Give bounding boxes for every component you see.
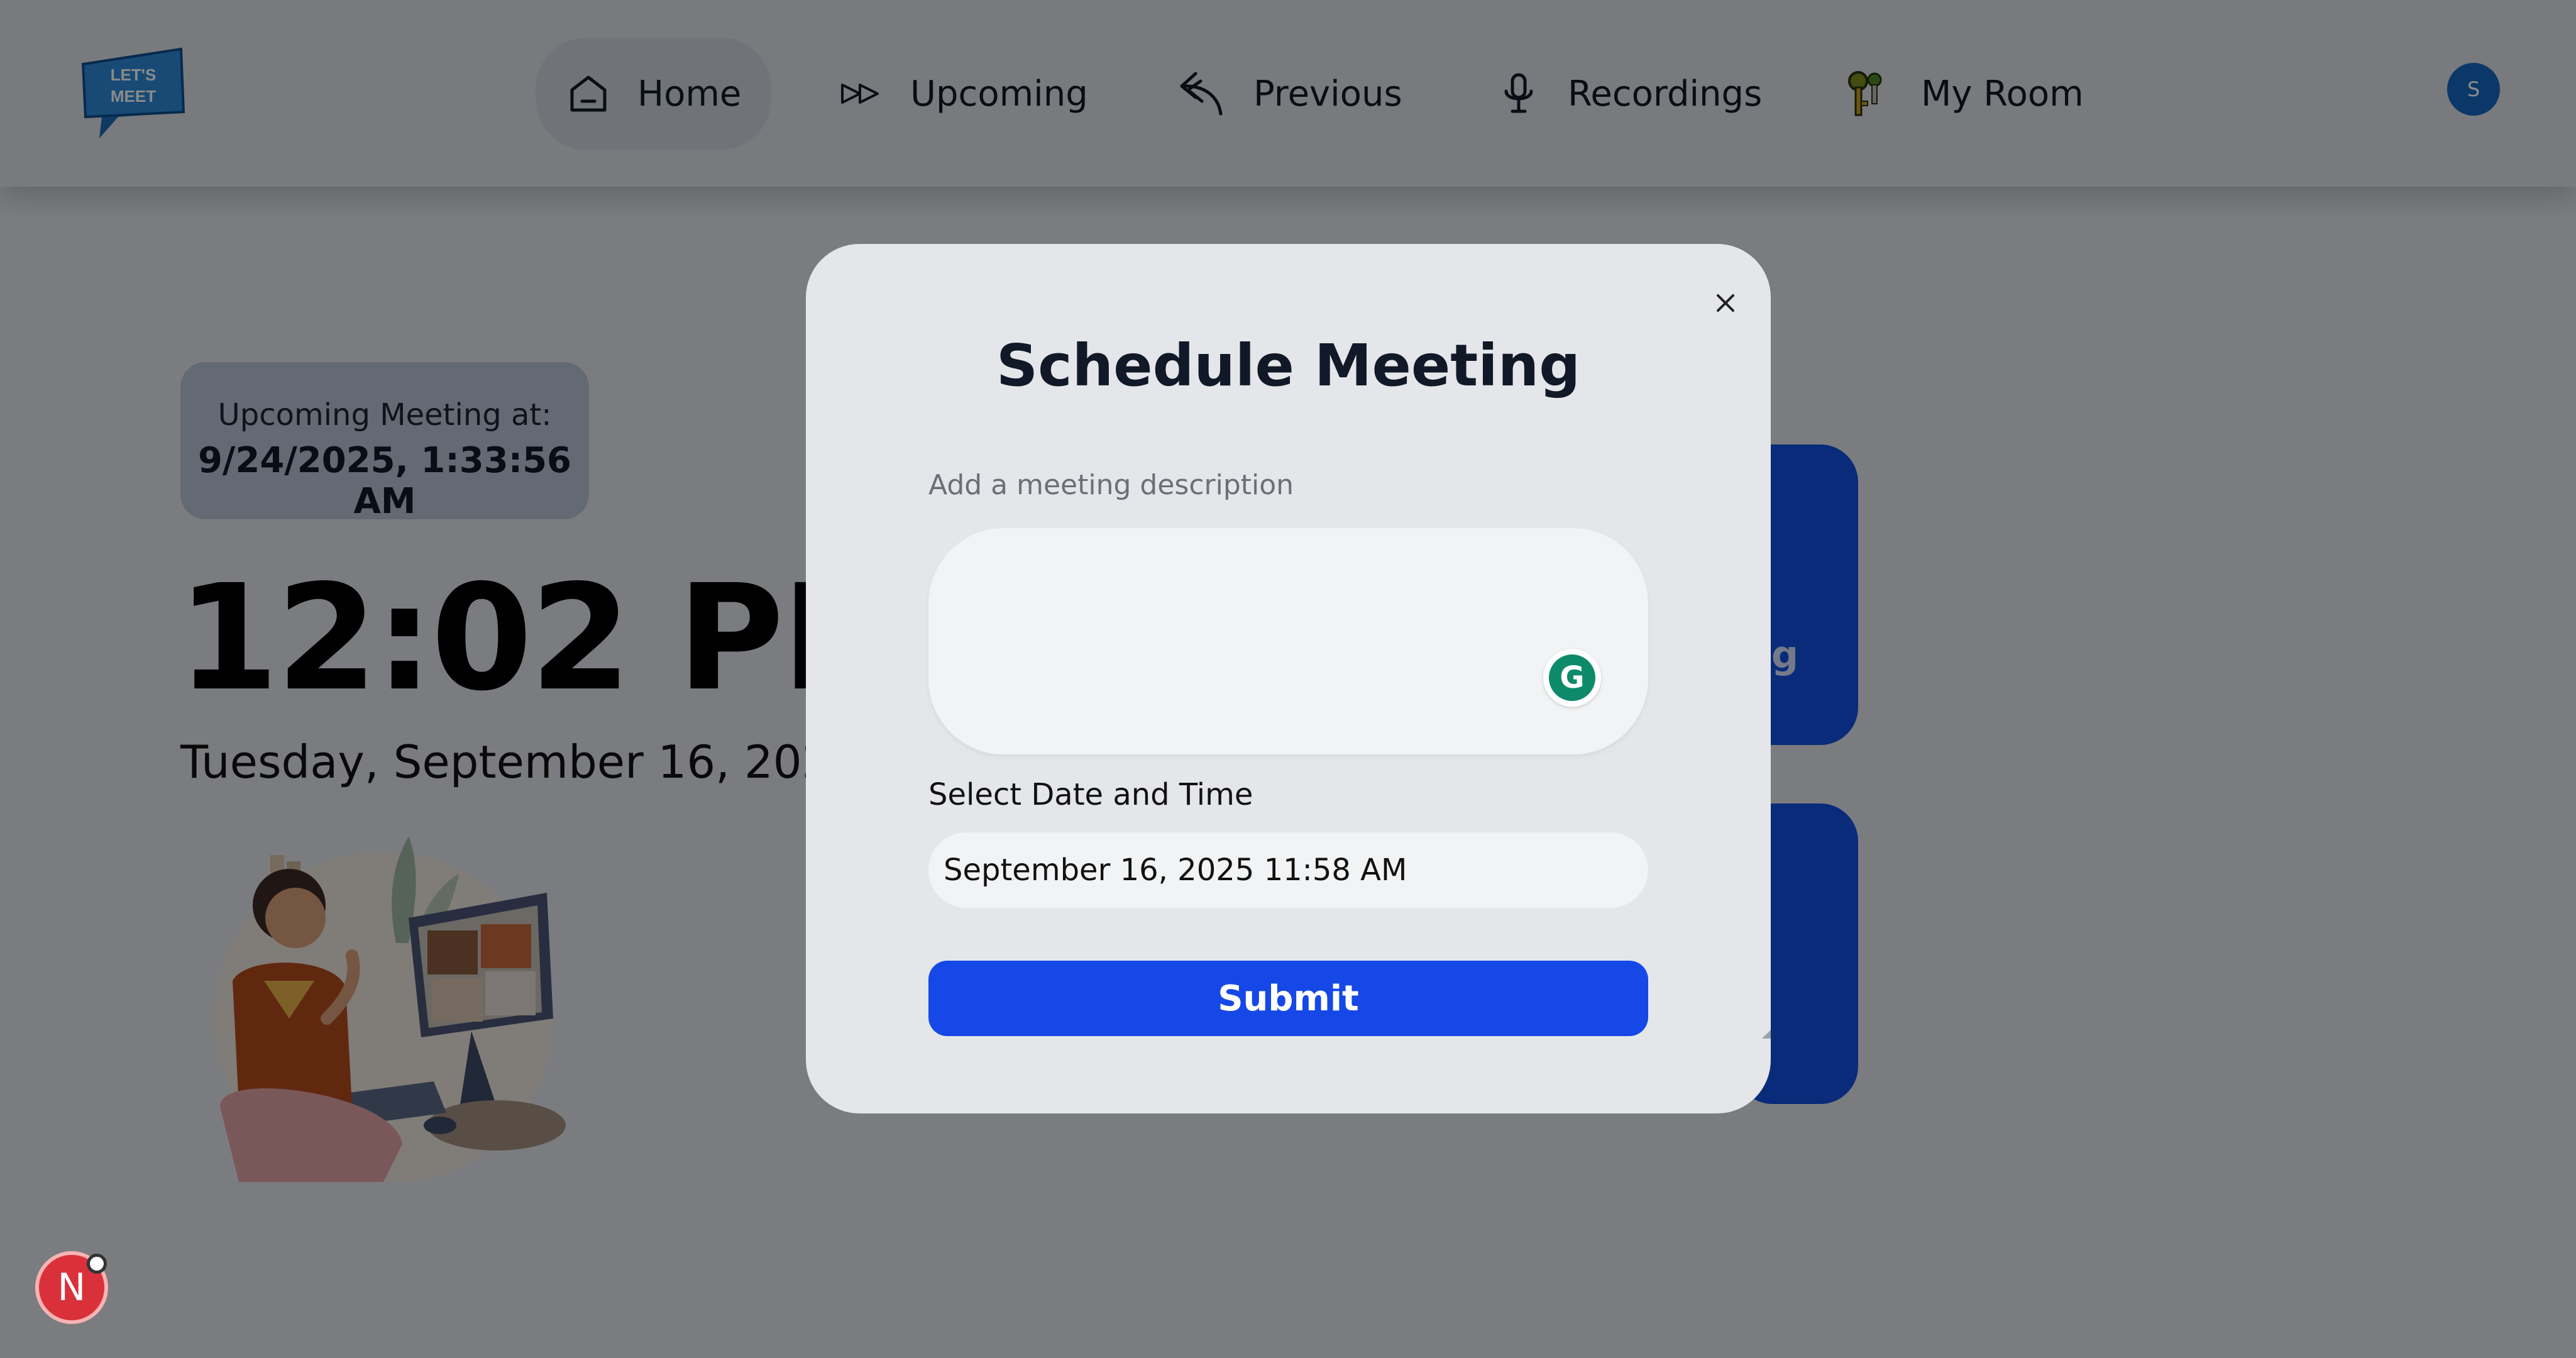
grammarly-icon: G [1549, 654, 1595, 701]
date-time-label: Select Date and Time [928, 777, 1253, 812]
schedule-meeting-dialog: Schedule Meeting Add a meeting descripti… [806, 244, 1771, 1113]
description-label: Add a meeting description [928, 469, 1294, 501]
date-time-value: September 16, 2025 11:58 AM [944, 853, 1407, 888]
dialog-title: Schedule Meeting [996, 332, 1581, 399]
close-button[interactable] [1702, 279, 1749, 327]
resize-handle-icon[interactable] [1759, 1027, 1771, 1039]
close-icon [1717, 294, 1734, 312]
badge-status-dot [87, 1254, 107, 1274]
grammarly-button[interactable]: G [1543, 649, 1601, 707]
badge-letter: N [57, 1266, 86, 1310]
date-time-input[interactable]: September 16, 2025 11:58 AM [928, 832, 1648, 908]
submit-label: Submit [1218, 978, 1359, 1019]
meeting-description-textarea[interactable]: G [928, 528, 1771, 1039]
submit-button[interactable]: Submit [928, 961, 1648, 1036]
